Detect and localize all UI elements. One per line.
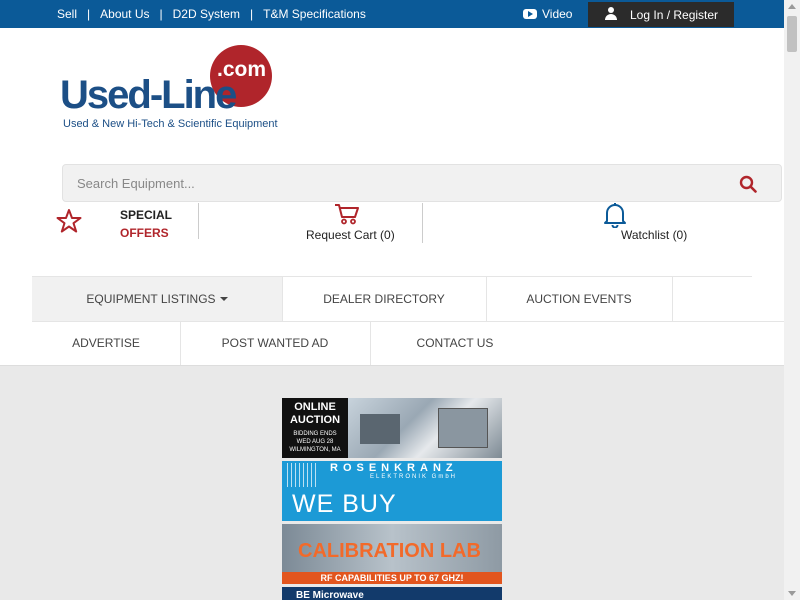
search-bar	[62, 164, 782, 202]
divider: |	[159, 7, 163, 21]
cart-icon[interactable]	[334, 203, 360, 225]
youtube-icon	[523, 9, 537, 19]
content-area: ONLINE AUCTION BIDDING ENDS WED AUG 28 WILM…	[0, 365, 784, 600]
equipment-photo	[348, 398, 502, 458]
login-label: Log In / Register	[630, 7, 719, 22]
rosenkranz-brand: ROSENKRANZ	[330, 462, 458, 474]
top-bar: Sell | About Us | D2D System | T&M Speci…	[0, 0, 784, 28]
watchlist-link[interactable]: Watchlist (0)	[621, 228, 687, 242]
nav-dealer-label: DEALER DIRECTORY	[323, 292, 445, 306]
scroll-down-arrow-icon[interactable]	[788, 591, 796, 596]
request-cart-link[interactable]: Request Cart (0)	[306, 228, 395, 242]
login-register-button[interactable]: Log In / Register	[588, 2, 734, 27]
search-input[interactable]	[77, 165, 717, 201]
top-link-specs[interactable]: T&M Specifications	[263, 7, 366, 21]
auction-line-2: WED AUG 28	[296, 439, 334, 445]
auction-banner[interactable]: ONLINE AUCTION BIDDING ENDS WED AUG 28 WILM…	[282, 398, 502, 458]
page-scrollbar[interactable]	[784, 0, 800, 600]
video-link[interactable]: Video	[523, 0, 572, 28]
nav-wanted-label: POST WANTED AD	[221, 336, 329, 350]
instrument-shape	[438, 408, 488, 448]
logo-wordmark: Used-Line	[60, 73, 237, 117]
calibration-banner[interactable]: CALIBRATION LAB RF CAPABILITIES UP TO 67…	[282, 524, 502, 584]
nav-equipment-listings[interactable]: EQUIPMENT LISTINGS	[32, 277, 282, 321]
auction-title-2: AUCTION	[289, 414, 341, 426]
main-nav: EQUIPMENT LISTINGS DEALER DIRECTORY AUCT…	[32, 277, 784, 365]
top-nav: Sell | About Us | D2D System | T&M Speci…	[57, 0, 366, 28]
site-logo[interactable]: .com Used-Line Used & New Hi-Tech & Scie…	[60, 45, 300, 135]
nav-auction-label: AUCTION EVENTS	[526, 292, 632, 306]
star-icon[interactable]	[56, 208, 82, 234]
auction-line-3: WILMINGTON, MA	[289, 447, 341, 453]
divider	[198, 203, 199, 239]
special-offers-link[interactable]: SPECIAL OFFERS	[120, 206, 172, 242]
special-label: SPECIAL	[120, 208, 173, 222]
divider: |	[249, 7, 254, 21]
auction-banner-text: ONLINE AUCTION BIDDING ENDS WED AUG 28 WILM…	[282, 398, 348, 458]
nav-dealer-directory[interactable]: DEALER DIRECTORY	[282, 277, 486, 321]
divider	[422, 203, 423, 243]
offers-label: OFFERS	[120, 226, 169, 240]
nav-contact-us[interactable]: CONTACT US	[370, 321, 540, 365]
rosenkranz-banner[interactable]: ROSENKRANZ ELEKTRONIK GmbH WE BUY	[282, 461, 502, 521]
divider	[282, 277, 283, 321]
rosenkranz-sub: ELEKTRONIK GmbH	[370, 474, 458, 480]
top-link-d2d[interactable]: D2D System	[173, 7, 240, 21]
microwave-banner[interactable]: BE Microwave	[282, 587, 502, 600]
auction-line-1: BIDDING ENDS	[293, 431, 337, 437]
divider	[32, 321, 784, 322]
rosenkranz-logo-icon	[287, 463, 317, 487]
top-link-sell[interactable]: Sell	[57, 7, 77, 21]
scroll-up-arrow-icon[interactable]	[788, 4, 796, 9]
bell-icon[interactable]	[603, 202, 627, 228]
microwave-banner-text: BE Microwave	[296, 590, 364, 600]
divider	[370, 321, 371, 365]
nav-advertise[interactable]: ADVERTISE	[32, 321, 180, 365]
nav-contact-label: CONTACT US	[416, 336, 494, 350]
calibration-text: CALIBRATION LAB	[298, 540, 481, 562]
instrument-shape	[360, 414, 400, 444]
rf-capabilities-text: RF CAPABILITIES UP TO 67 GHZ!	[282, 572, 502, 584]
video-label: Video	[542, 7, 573, 21]
nav-auction-events[interactable]: AUCTION EVENTS	[486, 277, 672, 321]
divider	[180, 321, 181, 365]
divider	[672, 277, 673, 321]
caret-down-icon	[219, 297, 228, 301]
nav-advertise-label: ADVERTISE	[72, 336, 140, 350]
divider	[486, 277, 487, 321]
search-icon[interactable]	[739, 175, 757, 193]
top-link-about[interactable]: About Us	[100, 7, 149, 21]
logo-tagline: Used & New Hi-Tech & Scientific Equipmen…	[63, 118, 278, 130]
user-icon	[604, 7, 618, 21]
divider: |	[87, 7, 91, 21]
nav-equipment-label: EQUIPMENT LISTINGS	[86, 292, 216, 306]
nav-post-wanted-ad[interactable]: POST WANTED AD	[180, 321, 370, 365]
scroll-thumb[interactable]	[787, 16, 797, 52]
we-buy-text: WE BUY	[292, 490, 397, 518]
auction-title-1: ONLINE	[294, 401, 336, 413]
